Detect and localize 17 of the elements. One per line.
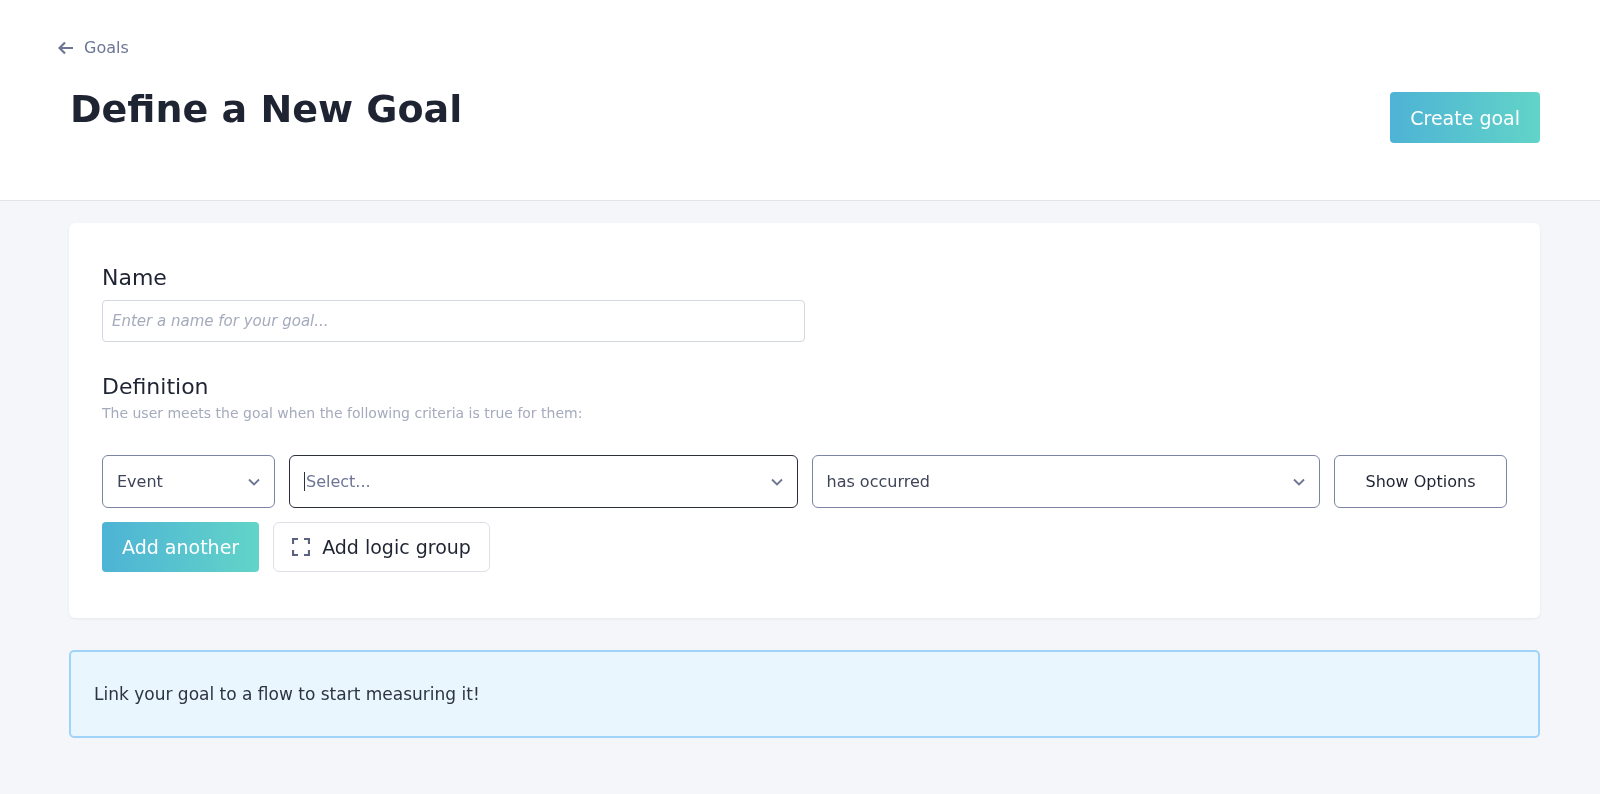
info-banner: Link your goal to a flow to start measuring it! bbox=[69, 650, 1540, 738]
name-input-field[interactable]: Enter a name for your goal... bbox=[102, 300, 805, 342]
page-title: Define a New Goal bbox=[70, 87, 463, 131]
chevron-down-icon bbox=[248, 477, 260, 486]
dropdown[interactable]: has occurred bbox=[811, 455, 1320, 508]
name-label: Name bbox=[102, 265, 168, 290]
dropdown[interactable]: Select... bbox=[289, 455, 798, 508]
dropdown[interactable]: Event bbox=[102, 455, 275, 508]
chevron-down-icon bbox=[1293, 477, 1305, 486]
definition-label: Definition bbox=[102, 374, 210, 399]
corner-brackets-icon bbox=[292, 538, 311, 556]
chevron-down-icon bbox=[770, 477, 783, 486]
arrow-left-icon bbox=[58, 40, 74, 55]
back-link[interactable]: Goals bbox=[58, 38, 463, 57]
definition-hint: The user meets the goal when the following criteria is true for them: bbox=[102, 405, 584, 421]
add-logic-group-button[interactable]: Add logic group bbox=[273, 522, 490, 572]
show-options-button[interactable]: Show Options bbox=[1334, 455, 1507, 508]
